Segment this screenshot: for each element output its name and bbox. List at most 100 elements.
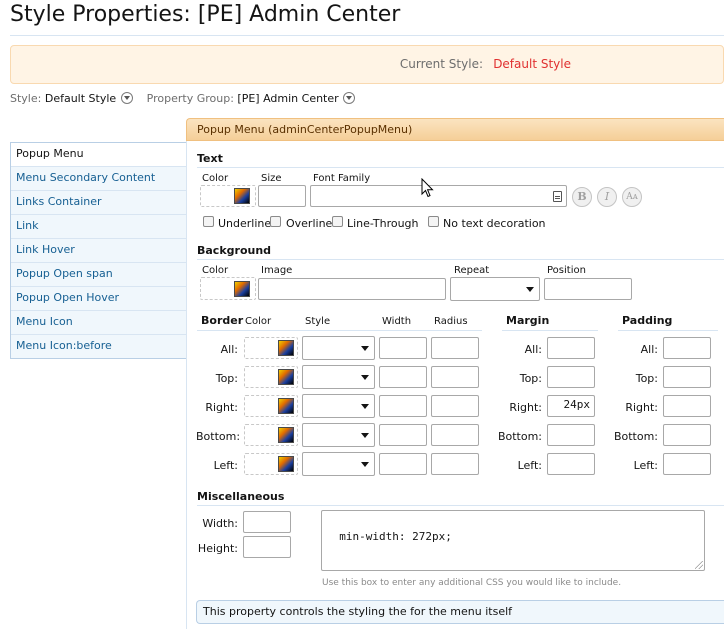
panel-header-title: Popup Menu	[197, 123, 265, 136]
margin-row-label-right: Right:	[509, 401, 542, 414]
chevron-down-icon[interactable]	[526, 287, 534, 292]
color-swatch-icon[interactable]	[234, 281, 250, 297]
border-all-radius-input[interactable]	[431, 337, 479, 359]
misc-height-input[interactable]	[243, 536, 291, 558]
color-swatch-icon[interactable]	[278, 427, 294, 443]
border-right-style-select[interactable]	[302, 394, 375, 418]
border-all-style-select[interactable]	[302, 336, 375, 360]
font-picker-icon[interactable]	[553, 191, 562, 202]
property-item-menu-secondary-content[interactable]: Menu Secondary Content	[11, 167, 186, 191]
border-width-label: Width	[382, 316, 412, 327]
background-repeat-select[interactable]	[450, 277, 540, 301]
border-right-width-input[interactable]	[379, 395, 427, 417]
padding-top-input[interactable]	[663, 366, 711, 388]
color-swatch-icon[interactable]	[278, 340, 294, 356]
background-color-picker[interactable]	[200, 277, 256, 300]
color-swatch-icon[interactable]	[278, 456, 294, 472]
padding-row-label-left: Left:	[633, 459, 658, 472]
padding-row-label-right: Right:	[625, 401, 658, 414]
border-section-divider	[197, 330, 482, 331]
style-filter-value[interactable]: Default Style	[45, 92, 116, 105]
chevron-down-icon[interactable]	[361, 404, 369, 409]
border-bottom-style-select[interactable]	[302, 423, 375, 447]
misc-section-divider	[197, 505, 724, 506]
border-left-width-input[interactable]	[379, 453, 427, 475]
bold-button[interactable]: B	[572, 187, 592, 207]
resize-grip-icon[interactable]	[695, 561, 703, 569]
no-decoration-checkbox[interactable]	[428, 216, 439, 227]
border-row-label-top: Top:	[215, 372, 238, 385]
property-item-link-hover[interactable]: Link Hover	[11, 239, 186, 263]
underline-label: Underline	[218, 217, 272, 230]
property-item-link[interactable]: Link	[11, 215, 186, 239]
border-left-radius-input[interactable]	[431, 453, 479, 475]
text-color-picker[interactable]	[200, 185, 256, 207]
border-row-label-bottom: Bottom:	[196, 430, 241, 443]
panel-header-key: (adminCenterPopupMenu)	[268, 123, 413, 136]
margin-section-title: Margin	[506, 314, 550, 327]
underline-checkbox[interactable]	[203, 216, 214, 227]
property-item-popup-open-span[interactable]: Popup Open span	[11, 263, 186, 287]
border-bottom-radius-input[interactable]	[431, 424, 479, 446]
line-through-checkbox[interactable]	[332, 216, 343, 227]
background-color-label: Color	[202, 265, 229, 276]
padding-row-label-top: Top:	[635, 372, 658, 385]
font-family-label: Font Family	[313, 173, 371, 184]
overline-label: Overline	[286, 217, 333, 230]
padding-right-input[interactable]	[663, 395, 711, 417]
property-group-value[interactable]: [PE] Admin Center	[237, 92, 338, 105]
chevron-down-icon[interactable]	[361, 433, 369, 438]
border-right-radius-input[interactable]	[431, 395, 479, 417]
margin-bottom-input[interactable]	[547, 424, 595, 446]
margin-top-input[interactable]	[547, 366, 595, 388]
border-row-label-left: Left:	[213, 459, 238, 472]
padding-left-input[interactable]	[663, 453, 711, 475]
style-dropdown-chevron-icon[interactable]	[120, 92, 133, 104]
color-swatch-icon[interactable]	[234, 188, 250, 204]
background-image-input[interactable]	[258, 278, 446, 300]
overline-checkbox[interactable]	[270, 216, 281, 227]
background-position-input[interactable]	[544, 278, 632, 300]
current-style-value: Default Style	[493, 57, 571, 71]
filter-row: Style: Default Style Property Group: [PE…	[10, 92, 356, 105]
font-family-input[interactable]	[310, 185, 567, 207]
margin-row-label-left: Left:	[517, 459, 542, 472]
padding-bottom-input[interactable]	[663, 424, 711, 446]
margin-left-input[interactable]	[547, 453, 595, 475]
padding-all-input[interactable]	[663, 337, 711, 359]
property-item-menu-icon-before[interactable]: Menu Icon:before	[11, 335, 186, 359]
property-group-chevron-icon[interactable]	[343, 92, 356, 104]
current-style-bar: Current Style: Default Style	[10, 45, 724, 84]
text-size-input[interactable]	[258, 185, 306, 207]
text-case-button[interactable]: Aᴀ	[622, 187, 642, 207]
border-color-label: Color	[245, 316, 272, 327]
border-top-radius-input[interactable]	[431, 366, 479, 388]
property-item-menu-icon[interactable]: Menu Icon	[11, 311, 186, 335]
property-item-popup-menu[interactable]: Popup Menu	[11, 143, 186, 167]
extra-css-textarea[interactable]: min-width: 272px;	[321, 510, 705, 571]
border-bottom-width-input[interactable]	[379, 424, 427, 446]
border-top-width-input[interactable]	[379, 366, 427, 388]
background-section-title: Background	[197, 244, 272, 257]
italic-button[interactable]: I	[597, 187, 617, 207]
border-bottom-color-picker[interactable]	[244, 424, 298, 446]
title-divider	[10, 35, 724, 36]
color-swatch-icon[interactable]	[278, 369, 294, 385]
border-all-color-picker[interactable]	[244, 337, 298, 359]
border-right-color-picker[interactable]	[244, 395, 298, 417]
border-top-color-picker[interactable]	[244, 366, 298, 388]
background-image-label: Image	[261, 265, 293, 276]
border-all-width-input[interactable]	[379, 337, 427, 359]
color-swatch-icon[interactable]	[278, 398, 294, 414]
chevron-down-icon[interactable]	[361, 462, 369, 467]
property-item-links-container[interactable]: Links Container	[11, 191, 186, 215]
border-left-color-picker[interactable]	[244, 453, 298, 475]
border-top-style-select[interactable]	[302, 365, 375, 389]
misc-width-input[interactable]	[243, 511, 291, 533]
border-left-style-select[interactable]	[302, 452, 375, 476]
margin-right-input[interactable]: 24px	[547, 395, 595, 417]
property-item-popup-open-hover[interactable]: Popup Open Hover	[11, 287, 186, 311]
margin-all-input[interactable]	[547, 337, 595, 359]
chevron-down-icon[interactable]	[361, 375, 369, 380]
chevron-down-icon[interactable]	[361, 346, 369, 351]
